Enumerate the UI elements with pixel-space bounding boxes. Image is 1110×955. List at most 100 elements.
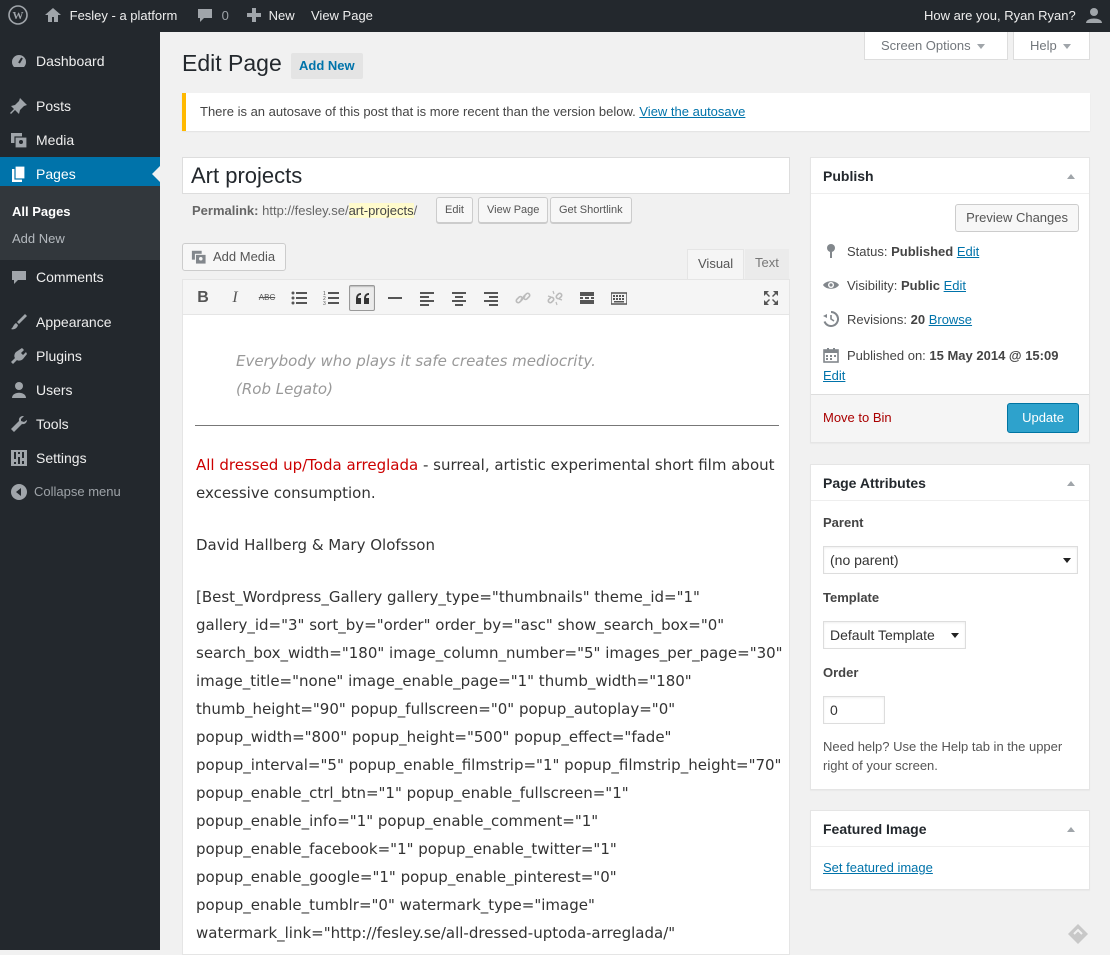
add-media-button[interactable]: Add Media: [182, 243, 287, 271]
account-menu[interactable]: How are you, Ryan Ryan?: [924, 0, 1103, 32]
help-tab[interactable]: Help: [1013, 32, 1090, 60]
home-icon: [45, 8, 61, 23]
edit-date-link[interactable]: Edit: [823, 368, 845, 383]
numbered-list-icon[interactable]: 123: [318, 285, 344, 311]
sidebar-item-label: Appearance: [36, 314, 112, 330]
sidebar-item-settings[interactable]: Settings: [0, 441, 160, 475]
revisions-value: 20: [910, 312, 926, 327]
greeting: How are you, Ryan Ryan?: [924, 8, 1076, 23]
revisions-row: Revisions: 20 Browse: [823, 311, 972, 328]
scroll-icon: [1068, 924, 1088, 944]
sidebar-item-plugins[interactable]: Plugins: [0, 339, 160, 373]
help-label: Help: [1030, 38, 1057, 53]
insert-link-icon[interactable]: [510, 285, 536, 311]
chevron-down-icon: [1062, 44, 1071, 50]
sidebar-item-label: Posts: [36, 98, 72, 114]
sidebar-item-dashboard[interactable]: Dashboard: [0, 44, 160, 78]
template-select[interactable]: Default Template: [823, 621, 966, 649]
set-featured-image-link[interactable]: Set featured image: [823, 860, 933, 875]
sidebar-item-posts[interactable]: Posts: [0, 89, 160, 123]
get-shortlink-button[interactable]: Get Shortlink: [550, 197, 632, 223]
tab-text[interactable]: Text: [745, 249, 789, 279]
collapse-arrow-icon: [11, 484, 27, 500]
submenu-all-pages[interactable]: All Pages: [12, 204, 71, 219]
dropdown-arrow-icon: [951, 633, 959, 638]
order-input[interactable]: 0: [823, 696, 885, 724]
edit-permalink-button[interactable]: Edit: [436, 197, 473, 223]
paragraph-credits: David Hallberg & Mary Olofsson: [196, 536, 435, 554]
comments-link[interactable]: 0: [196, 0, 229, 32]
submenu-add-new[interactable]: Add New: [12, 231, 65, 246]
permalink: Permalink: http://fesley.se/art-projects…: [192, 203, 417, 225]
move-to-bin-link[interactable]: Move to Bin: [823, 410, 892, 425]
admin-sidebar: Dashboard Posts Media Pages All Pages Ad…: [0, 32, 160, 950]
sidebar-item-users[interactable]: Users: [0, 373, 160, 407]
collapse-toggle-icon[interactable]: [1067, 174, 1075, 179]
align-left-icon[interactable]: [414, 285, 440, 311]
visibility-label: Visibility:: [847, 278, 898, 293]
post-title-input[interactable]: Art projects: [182, 157, 790, 194]
edit-visibility-link[interactable]: Edit: [944, 278, 966, 293]
order-label: Order: [823, 665, 859, 680]
sidebar-item-label: Plugins: [36, 348, 82, 364]
status-label: Status:: [847, 244, 888, 259]
permalink-slug[interactable]: art-projects: [348, 203, 414, 218]
align-right-icon[interactable]: [478, 285, 504, 311]
fullscreen-icon[interactable]: [758, 285, 784, 311]
pin-icon: [10, 98, 27, 114]
site-name-link[interactable]: Fesley - a platform: [44, 0, 177, 32]
strikethrough-icon[interactable]: ABC: [254, 285, 280, 311]
publish-box-header[interactable]: Publish: [811, 158, 1089, 194]
sidebar-item-comments[interactable]: Comments: [0, 260, 160, 294]
new-content-link[interactable]: New: [245, 0, 295, 32]
publish-actions: Move to Bin Update: [811, 394, 1089, 442]
view-autosave-link[interactable]: View the autosave: [639, 104, 745, 119]
sidebar-item-label: Tools: [36, 416, 69, 432]
collapse-toggle-icon[interactable]: [1067, 481, 1075, 486]
new-label: New: [268, 8, 295, 23]
screen-options-tab[interactable]: Screen Options: [864, 32, 1008, 60]
sidebar-item-tools[interactable]: Tools: [0, 407, 160, 441]
sidebar-item-label: Users: [36, 382, 73, 398]
bold-icon[interactable]: B: [190, 285, 216, 311]
page-attributes-box: Page Attributes Parent (no parent) Templ…: [810, 464, 1090, 790]
blockquote-icon[interactable]: [349, 285, 375, 311]
permalink-trail: /: [413, 203, 418, 218]
edit-status-link[interactable]: Edit: [957, 244, 979, 259]
read-more-icon[interactable]: [574, 285, 600, 311]
horizontal-line-icon[interactable]: [382, 285, 408, 311]
sidebar-item-media[interactable]: Media: [0, 123, 160, 157]
collapse-toggle-icon[interactable]: [1067, 827, 1075, 832]
add-new-button[interactable]: Add New: [291, 53, 363, 79]
divider: [195, 425, 779, 426]
view-page-button[interactable]: View Page: [478, 197, 549, 223]
paragraph: All dressed up/Toda arreglada - surreal,…: [196, 451, 776, 507]
align-center-icon[interactable]: [446, 285, 472, 311]
update-button[interactable]: Update: [1007, 403, 1079, 433]
site-name: Fesley - a platform: [69, 8, 178, 23]
browse-revisions-link[interactable]: Browse: [929, 312, 972, 327]
bulleted-list-icon[interactable]: [286, 285, 312, 311]
view-page-link[interactable]: View Page: [311, 0, 373, 32]
svg-text:W: W: [13, 10, 24, 22]
sidebar-item-label: Settings: [36, 450, 87, 466]
editor-content[interactable]: Everybody who plays it safe creates medi…: [182, 315, 790, 955]
toolbar-toggle-icon[interactable]: [606, 285, 632, 311]
parent-select[interactable]: (no parent): [823, 546, 1078, 574]
sidebar-item-appearance[interactable]: Appearance: [0, 305, 160, 339]
tab-visual[interactable]: Visual: [687, 249, 745, 279]
comment-icon: [198, 9, 212, 23]
italic-icon[interactable]: I: [222, 285, 248, 311]
preview-changes-button[interactable]: Preview Changes: [955, 204, 1079, 232]
collapse-menu-button[interactable]: Collapse menu: [0, 475, 160, 509]
dropdown-arrow-icon: [1063, 558, 1071, 563]
brush-icon: [11, 314, 27, 330]
gallery-shortcode: [Best_Wordpress_Gallery gallery_type="th…: [196, 588, 783, 954]
page-attributes-header[interactable]: Page Attributes: [811, 465, 1089, 501]
film-link[interactable]: All dressed up/Toda arreglada: [196, 456, 418, 474]
wordpress-logo-icon[interactable]: W: [8, 0, 28, 32]
featured-image-header[interactable]: Featured Image: [811, 811, 1089, 847]
unlink-icon[interactable]: [542, 285, 568, 311]
collapse-menu-label: Collapse menu: [34, 484, 121, 499]
parent-label: Parent: [823, 515, 864, 530]
